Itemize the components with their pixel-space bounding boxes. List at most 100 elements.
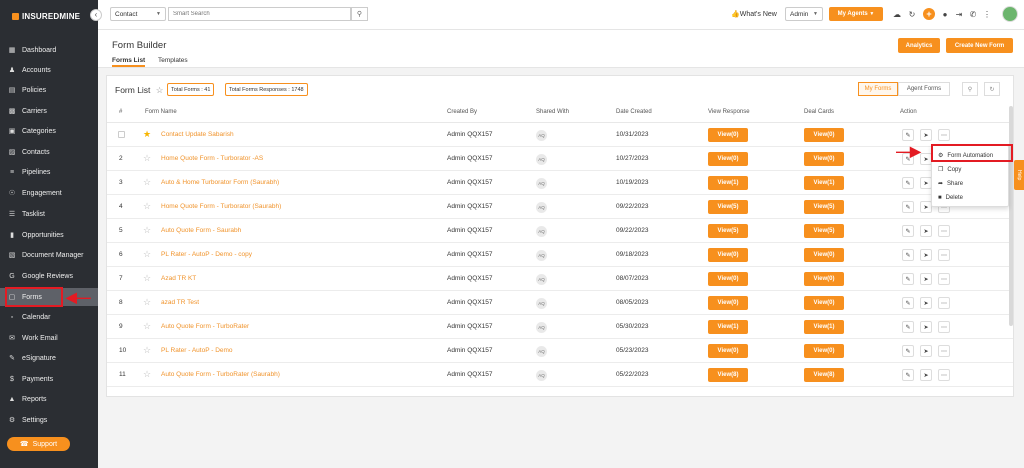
view-response-button[interactable]: View(0) [708,152,748,166]
view-response-button[interactable]: View(1) [708,320,748,334]
refresh-icon[interactable]: ↻ [984,82,1000,96]
send-icon[interactable]: ➤ [920,129,932,141]
analytics-button[interactable]: Analytics [898,38,940,53]
form-name-link[interactable]: Home Quote Form - Turborator (Saurabh) [161,203,281,210]
tab-forms-list[interactable]: Forms List [112,57,146,67]
more-options-icon[interactable]: ⋯ [938,249,950,261]
search-button[interactable]: ⚲ [351,7,368,21]
my-forms-button[interactable]: My Forms [858,82,898,96]
phone-icon[interactable]: ✆ [968,9,978,19]
form-name-link[interactable]: Auto Quote Form - TurboRater (Saurabh) [161,371,280,378]
sidebar-item-categories[interactable]: ▣ Categories [0,122,98,140]
star-outline-icon[interactable]: ☆ [143,297,151,308]
edit-icon[interactable]: ✎ [902,177,914,189]
star-outline-icon[interactable]: ☆ [143,345,151,356]
bell-icon[interactable]: ● [940,9,950,19]
refresh-icon[interactable]: ↻ [907,9,917,19]
form-name-link[interactable]: Auto Quote Form - Saurabh [161,227,241,234]
avatar[interactable] [1002,6,1018,22]
sidebar-item-carriers[interactable]: ▩ Carriers [0,102,98,120]
deal-cards-button[interactable]: View(0) [804,128,844,142]
send-icon[interactable]: ➤ [920,273,932,285]
send-icon[interactable]: ➤ [920,321,932,333]
sidebar-item-policies[interactable]: ▤ Policies [0,81,98,99]
sidebar-item-calendar[interactable]: ▫ Calendar [0,308,98,326]
form-name-link[interactable]: Contact Update Sabarish [161,131,234,138]
view-response-button[interactable]: View(0) [708,344,748,358]
sidebar-item-settings[interactable]: ⚙ Settings [0,411,98,429]
edit-icon[interactable]: ✎ [902,345,914,357]
sidebar-item-work-email[interactable]: ✉ Work Email [0,329,98,347]
whats-new-link[interactable]: 👍What's New [731,10,777,18]
row-checkbox[interactable] [118,131,125,138]
more-options-icon[interactable]: ⋯ [938,369,950,381]
send-icon[interactable]: ➤ [920,249,932,261]
search-icon[interactable]: ⚲ [962,82,978,96]
form-name-link[interactable]: PL Rater - AutoP - Demo - copy [161,251,252,258]
view-response-button[interactable]: View(0) [708,248,748,262]
view-response-button[interactable]: View(5) [708,224,748,238]
deal-cards-button[interactable]: View(0) [804,248,844,262]
apps-grid-icon[interactable]: ⋮ [982,9,992,19]
form-name-link[interactable]: PL Rater - AutoP - Demo [161,347,233,354]
help-tab[interactable]: Help [1014,160,1024,190]
sidebar-item-opportunities[interactable]: ▮ Opportunities [0,226,98,244]
sidebar-item-accounts[interactable]: ♟ Accounts [0,61,98,79]
star-outline-icon[interactable]: ☆ [143,273,151,284]
form-name-link[interactable]: Home Quote Form - Turborator -AS [161,155,263,162]
brand-logo[interactable]: INSUREDMINE [12,12,80,21]
cloud-sync-icon[interactable]: ☁ [892,9,902,19]
view-response-button[interactable]: View(0) [708,296,748,310]
sidebar-item-reports[interactable]: ▲ Reports [0,390,98,408]
edit-icon[interactable]: ✎ [902,297,914,309]
form-name-link[interactable]: Auto & Home Turborator Form (Saurabh) [161,179,279,186]
send-icon[interactable]: ➤ [920,369,932,381]
deal-cards-button[interactable]: View(1) [804,176,844,190]
more-options-icon[interactable]: ⋯ [938,345,950,357]
search-input[interactable] [168,7,351,21]
sidebar-item-contacts[interactable]: ▨ Contacts [0,143,98,161]
star-outline-icon[interactable]: ☆ [143,369,151,380]
edit-icon[interactable]: ✎ [902,273,914,285]
sidebar-item-esignature[interactable]: ✎ eSignature [0,349,98,367]
deal-cards-button[interactable]: View(5) [804,200,844,214]
table-scrollbar[interactable] [1009,106,1013,326]
more-options-icon[interactable]: ⋯ [938,129,950,141]
edit-icon[interactable]: ✎ [902,321,914,333]
deal-cards-button[interactable]: View(0) [804,344,844,358]
col-date-created[interactable]: Date Created [616,109,652,115]
star-outline-icon[interactable]: ☆ [143,201,151,212]
star-outline-icon[interactable]: ☆ [143,249,151,260]
menu-item-copy[interactable]: ❐ Copy [932,163,1010,176]
send-icon[interactable]: ➤ [920,345,932,357]
star-outline-icon[interactable]: ☆ [143,321,151,332]
send-icon[interactable]: ➤ [920,297,932,309]
tab-templates[interactable]: Templates [158,57,188,64]
create-new-form-button[interactable]: Create New Form [946,38,1013,53]
sidebar-item-document-manager[interactable]: ▧ Document Manager [0,246,98,264]
deal-cards-button[interactable]: View(0) [804,152,844,166]
more-options-icon[interactable]: ⋯ [938,273,950,285]
sidebar-item-payments[interactable]: $ Payments [0,370,98,388]
deal-cards-button[interactable]: View(1) [804,320,844,334]
star-outline-icon[interactable]: ☆ [156,85,164,95]
edit-icon[interactable]: ✎ [902,201,914,213]
form-name-link[interactable]: Azad TR KT [161,275,196,282]
more-options-icon[interactable]: ⋯ [938,225,950,237]
col-form-name[interactable]: Form Name [145,109,177,115]
form-name-link[interactable]: Auto Quote Form - TurboRater [161,323,249,330]
deal-cards-button[interactable]: View(0) [804,272,844,286]
sidebar-item-pipelines[interactable]: ≡ Pipelines [0,163,98,181]
add-icon[interactable]: + [923,8,935,20]
star-outline-icon[interactable]: ☆ [143,153,151,164]
edit-icon[interactable]: ✎ [902,225,914,237]
view-response-button[interactable]: View(8) [708,368,748,382]
deal-cards-button[interactable]: View(8) [804,368,844,382]
sidebar-collapse-icon[interactable]: ‹ [90,9,102,21]
edit-icon[interactable]: ✎ [902,129,914,141]
sidebar-item-engagement[interactable]: ☉ Engagement [0,184,98,202]
agent-forms-button[interactable]: Agent Forms [898,82,950,96]
my-agents-button[interactable]: My Agents ▼ [829,7,883,21]
star-icon[interactable]: ★ [143,129,151,140]
support-button[interactable]: ☎ Support [7,437,70,451]
